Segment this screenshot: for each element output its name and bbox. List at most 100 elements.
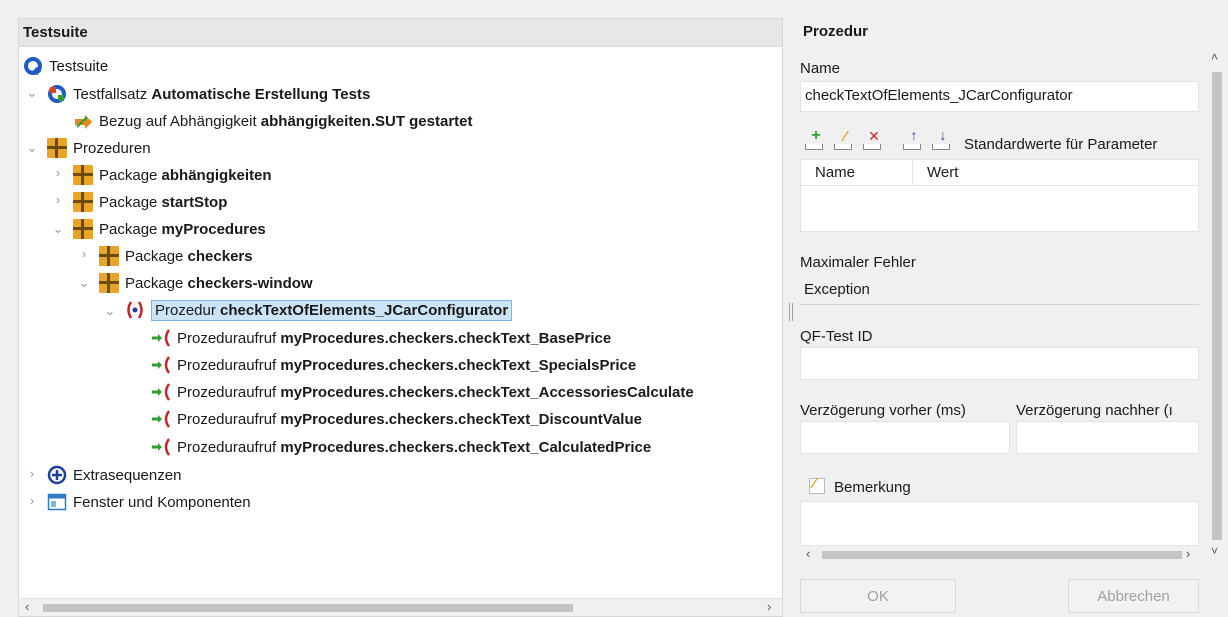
tree-node-package-myprocedures[interactable]: Package myProcedures xyxy=(73,216,266,242)
tree-node-package-checkers-window[interactable]: Package checkers-window xyxy=(99,270,313,296)
tree-node-name: myProcedures.checkers.checkText_Accessor… xyxy=(280,383,694,401)
scroll-right-icon[interactable]: › xyxy=(1186,546,1190,561)
procedure-call-icon xyxy=(151,355,171,375)
add-row-button[interactable]: + xyxy=(803,127,829,152)
scroll-left-icon[interactable]: ‹ xyxy=(25,599,29,614)
scroll-up-icon[interactable]: ˄ xyxy=(1211,50,1218,64)
scroll-right-icon[interactable]: › xyxy=(767,599,771,614)
tree-node-label: Testsuite xyxy=(49,57,109,75)
qftest-id-label: QF-Test ID xyxy=(800,328,873,345)
chevron-right-icon[interactable]: › xyxy=(25,493,39,508)
tree-node-package-checkers[interactable]: Package checkers xyxy=(99,243,253,269)
tree-node-windows[interactable]: Fenster und Komponenten xyxy=(47,489,251,515)
move-up-button[interactable]: ↑ xyxy=(901,127,927,152)
remark-label: Bemerkung xyxy=(834,479,911,496)
qftest-id-field[interactable] xyxy=(800,347,1199,380)
tree-node-label: Fenster und Komponenten xyxy=(73,493,251,511)
tree-node-label: Prozeduraufruf xyxy=(177,329,277,347)
tray-icon xyxy=(903,144,921,150)
defaults-for-parameters-toggle[interactable]: Standardwerte für Parameter xyxy=(964,136,1157,153)
remark-textarea[interactable] xyxy=(800,501,1199,546)
column-header-name[interactable]: Name xyxy=(801,160,913,186)
tree-node-label: Prozeduraufruf xyxy=(177,383,277,401)
tree-node-root[interactable]: Testsuite xyxy=(23,53,108,79)
tree-node-label: Bezug auf Abhängigkeit xyxy=(99,112,257,130)
tree-node-package-startstop[interactable]: Package startStop xyxy=(73,189,227,215)
tree-node-name: myProcedures.checkers.checkText_Calculat… xyxy=(280,438,652,456)
tree-node-procedure-call[interactable]: Prozeduraufruf myProcedures.checkers.che… xyxy=(151,406,642,432)
chevron-right-icon[interactable]: › xyxy=(77,246,91,261)
tree-node-dependency[interactable]: Bezug auf Abhängigkeit abhängigkeiten.SU… xyxy=(73,108,473,134)
testsuite-panel: Testsuite Testsuite ⌄ Testfallsatz Autom… xyxy=(18,18,783,617)
chevron-down-icon[interactable]: ⌄ xyxy=(25,85,39,101)
tree-node-extras[interactable]: Extrasequenzen xyxy=(47,462,181,488)
max-error-select[interactable]: Exception xyxy=(800,277,1199,305)
package-icon xyxy=(99,246,119,266)
pencil-icon: ⁄ xyxy=(813,475,816,492)
panel-splitter[interactable] xyxy=(789,303,793,321)
procedure-call-icon xyxy=(151,382,171,402)
delay-after-field[interactable] xyxy=(1016,421,1199,454)
tree-node-procedure-call[interactable]: Prozeduraufruf myProcedures.checkers.che… xyxy=(151,325,611,351)
name-field[interactable]: checkTextOfElements_JCarConfigurator xyxy=(800,81,1199,112)
column-header-value[interactable]: Wert xyxy=(913,160,1198,186)
tree-node-name: checkers-window xyxy=(187,274,313,292)
cancel-button[interactable]: Abbrechen xyxy=(1068,579,1199,613)
chevron-right-icon[interactable]: › xyxy=(51,192,65,207)
chevron-down-icon[interactable]: ⌄ xyxy=(51,221,65,237)
chevron-down-icon[interactable]: ⌄ xyxy=(77,275,91,291)
tree-node-package-abhaengigkeiten[interactable]: Package abhängigkeiten xyxy=(73,162,272,188)
tree-node-procedures[interactable]: Prozeduren xyxy=(47,135,151,161)
scrollbar-thumb[interactable] xyxy=(43,604,573,612)
package-icon xyxy=(73,219,93,239)
remark-horizontal-scrollbar[interactable]: ‹ › xyxy=(800,546,1199,564)
tree-node-procedure-selected[interactable]: Prozedur checkTextOfElements_JCarConfigu… xyxy=(125,297,513,323)
tree-node-name: myProcedures.checkers.checkText_Specials… xyxy=(280,356,637,374)
tree-node-testset[interactable]: Testfallsatz Automatische Erstellung Tes… xyxy=(47,81,370,107)
tree-node-label: Package xyxy=(125,274,184,292)
window-icon xyxy=(47,492,67,512)
arrow-down-icon: ↓ xyxy=(939,127,947,143)
remark-edit-icon[interactable]: ⁄ xyxy=(809,475,825,494)
chevron-down-icon[interactable]: ⌄ xyxy=(25,140,39,156)
tree-node-procedure-call[interactable]: Prozeduraufruf myProcedures.checkers.che… xyxy=(151,434,651,460)
tree-horizontal-scrollbar[interactable]: ‹ › xyxy=(19,598,782,616)
procedure-details-panel: Prozedur Name checkTextOfElements_JCarCo… xyxy=(795,18,1228,617)
parameter-table[interactable]: Name Wert xyxy=(800,159,1199,232)
tree-node-label: Extrasequenzen xyxy=(73,466,182,484)
tree-node-label: Package xyxy=(99,220,158,238)
scroll-down-icon[interactable]: ˅ xyxy=(1211,544,1218,558)
delete-row-button[interactable]: ✕ xyxy=(861,128,887,152)
ok-button[interactable]: OK xyxy=(800,579,956,613)
scrollbar-thumb[interactable] xyxy=(822,551,1182,559)
package-icon xyxy=(73,192,93,212)
tree-node-name: myProcedures.checkers.checkText_Discount… xyxy=(280,410,642,428)
tree-node-name: checkTextOfElements_JCarConfigurator xyxy=(220,301,509,319)
package-icon xyxy=(99,273,119,293)
extras-plus-icon xyxy=(47,465,67,485)
details-vertical-scrollbar[interactable]: ˄ ˅ xyxy=(1207,46,1228,561)
tree-node-label: Prozeduraufruf xyxy=(177,438,277,456)
move-down-button[interactable]: ↓ xyxy=(930,127,956,152)
delete-x-icon: ✕ xyxy=(868,128,880,144)
chevron-right-icon[interactable]: › xyxy=(51,165,65,180)
tree-node-procedure-call[interactable]: Prozeduraufruf myProcedures.checkers.che… xyxy=(151,379,694,405)
scrollbar-thumb[interactable] xyxy=(1212,72,1222,540)
tree-node-label: Prozeduren xyxy=(73,139,151,157)
chevron-right-icon[interactable]: › xyxy=(25,466,39,481)
tree-node-label: Prozeduraufruf xyxy=(177,410,277,428)
testset-icon xyxy=(47,84,67,104)
scroll-left-icon[interactable]: ‹ xyxy=(806,546,810,561)
procedures-icon xyxy=(47,138,67,158)
delay-before-field[interactable] xyxy=(800,421,1010,454)
tree-node-procedure-call[interactable]: Prozeduraufruf myProcedures.checkers.che… xyxy=(151,352,636,378)
delay-before-label: Verzögerung vorher (ms) xyxy=(800,402,966,419)
chevron-down-icon[interactable]: ⌄ xyxy=(103,303,117,319)
testsuite-panel-header: Testsuite xyxy=(19,19,782,47)
edit-row-button[interactable]: ⁄ xyxy=(832,128,858,152)
procedure-call-icon xyxy=(151,409,171,429)
tree-node-name: startStop xyxy=(161,193,228,211)
procedure-call-icon xyxy=(151,328,171,348)
plus-icon: + xyxy=(811,127,821,144)
arrow-up-icon: ↑ xyxy=(910,127,918,143)
